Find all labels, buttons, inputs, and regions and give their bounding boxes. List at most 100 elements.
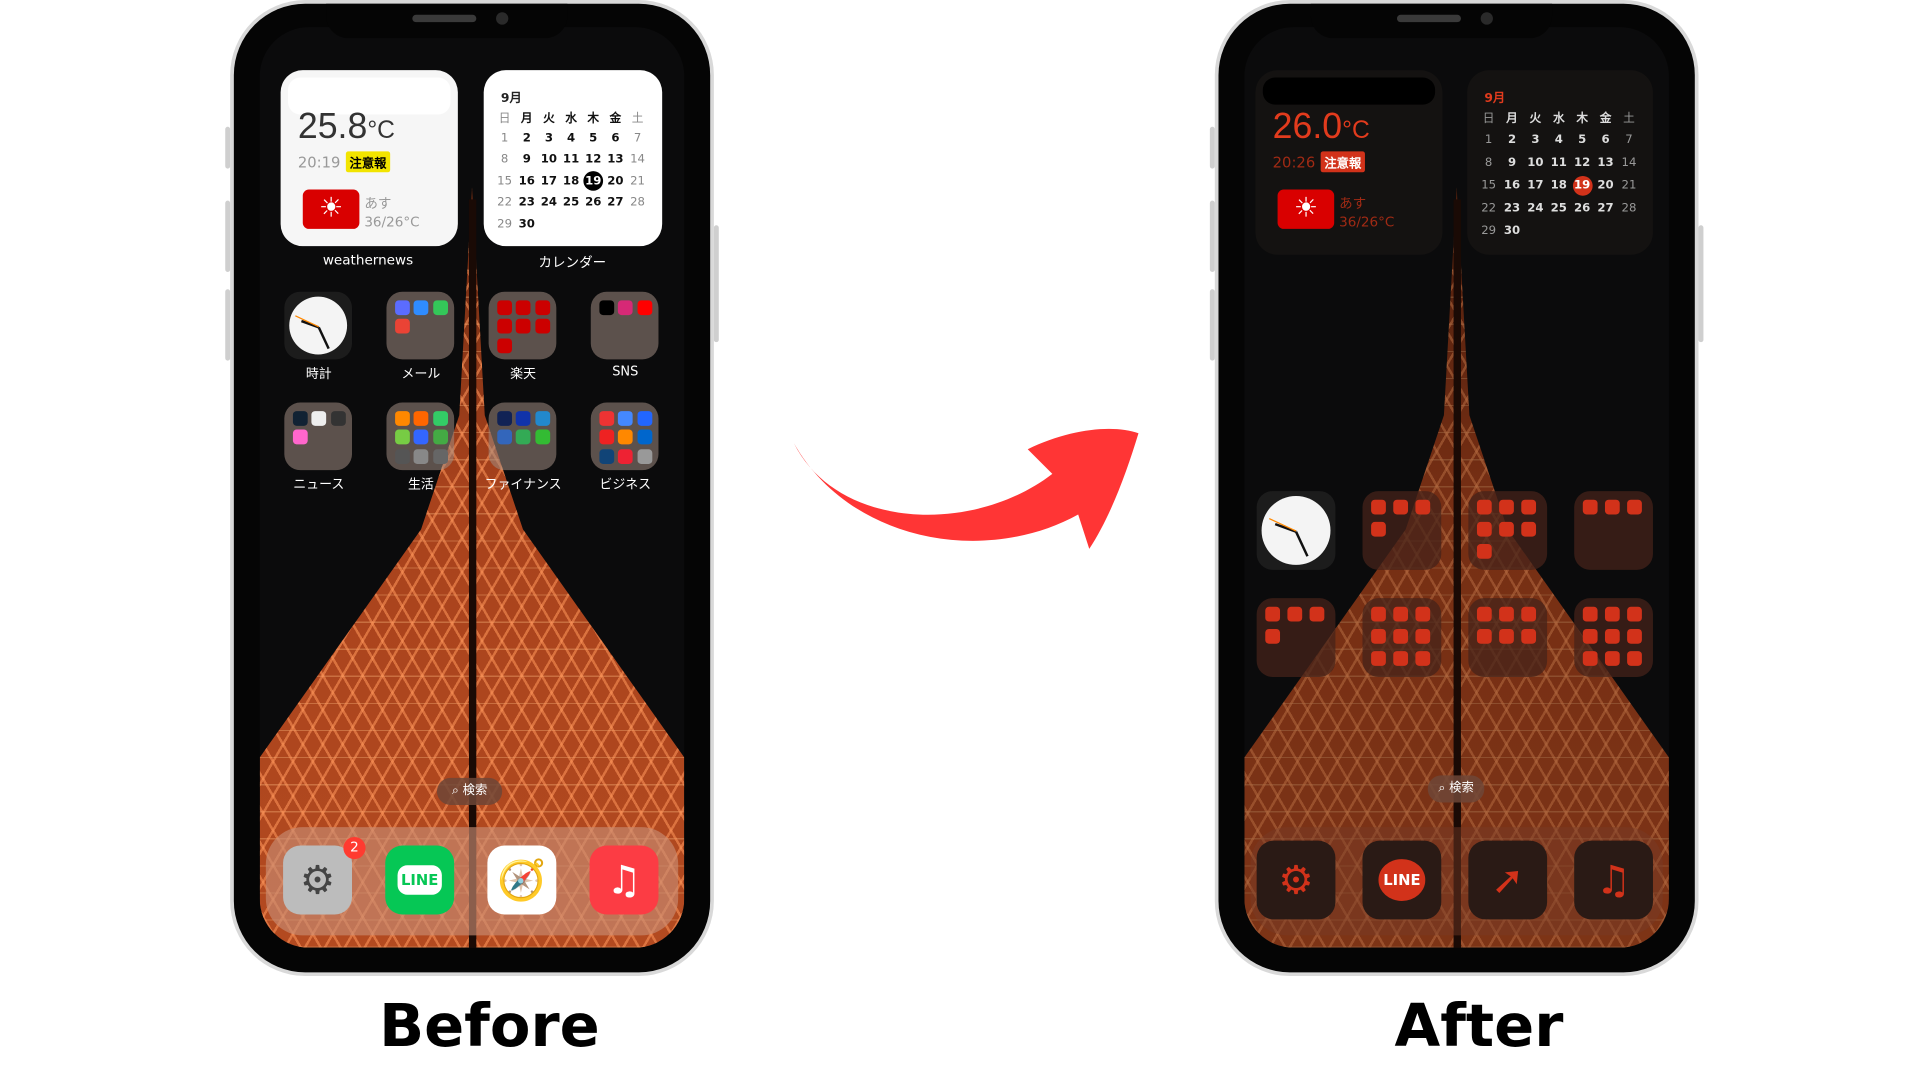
calendar-day[interactable]: 7 [626,127,648,149]
calendar-day[interactable]: 15 [1477,174,1500,197]
calendar-day[interactable]: 28 [626,192,648,214]
app-folder[interactable] [284,402,353,471]
app-folder[interactable] [1574,598,1653,677]
calendar-day[interactable]: 19 [583,171,604,192]
calendar-day[interactable]: 25 [1547,197,1570,220]
music-icon[interactable]: ♫ [1574,840,1653,920]
calendar-day[interactable]: 6 [604,127,626,149]
calendar-day[interactable]: 8 [1477,151,1500,174]
app-folder[interactable] [386,402,455,471]
line-icon[interactable]: LINE [1362,840,1442,920]
calendar-day[interactable]: 4 [1547,129,1570,152]
weekday-header: 月 [520,111,533,126]
weather-widget[interactable]: 26.0°C 20:26 注意報 ☀ あす 36/26°C [1255,70,1443,255]
calendar-day[interactable]: 2 [516,127,538,149]
calendar-day[interactable]: 27 [604,192,626,214]
calendar-day[interactable]: 18 [560,170,582,192]
calendar-day[interactable]: 4 [560,127,582,149]
safari-icon[interactable]: ➚ [1468,840,1548,920]
calendar-day[interactable]: 3 [1524,129,1547,152]
calendar-day[interactable]: 16 [516,170,538,192]
calendar-day[interactable]: 21 [1617,174,1640,197]
app-folder[interactable] [590,402,659,471]
calendar-widget[interactable]: 9月 日月火水木金土 1 2 3 4 5 6 7 8 9 10 11 12 13 14 15 16 17 18 19… [483,70,663,247]
calendar-day[interactable]: 29 [494,214,516,236]
app-folder[interactable] [1362,598,1442,677]
app-folder[interactable] [1574,491,1653,570]
calendar-day[interactable]: 25 [560,192,582,214]
clock-app-icon[interactable] [1256,491,1336,570]
calendar-day[interactable]: 14 [626,149,648,171]
calendar-day[interactable]: 1 [494,127,516,149]
calendar-day[interactable]: 8 [494,149,516,171]
calendar-day[interactable]: 18 [1547,174,1570,197]
settings-icon[interactable]: ⚙ [283,845,353,915]
app-label: ニュース [293,477,345,493]
calendar-day[interactable]: 3 [538,127,560,149]
app-folder[interactable] [488,402,557,471]
calendar-day[interactable]: 20 [1594,174,1617,197]
music-icon[interactable]: ♫ [589,845,659,915]
tomorrow-temp: 36/26°C [364,214,420,231]
calendar-day[interactable]: 29 [1477,220,1500,243]
app-mini-icon [395,319,410,334]
calendar-day[interactable]: 2 [1500,129,1523,152]
calendar-day[interactable]: 16 [1500,174,1523,197]
calendar-day[interactable]: 12 [1571,151,1594,174]
app-folder[interactable] [590,291,659,360]
calendar-day[interactable]: 30 [516,214,538,236]
safari-icon[interactable]: 🧭 [487,845,557,915]
clock-app-icon[interactable] [284,291,353,360]
calendar-day[interactable]: 10 [538,149,560,171]
calendar-day[interactable]: 22 [1477,197,1500,220]
calendar-day[interactable]: 14 [1617,151,1640,174]
app-folder[interactable] [488,291,557,360]
calendar-day[interactable]: 24 [538,192,560,214]
settings-icon[interactable]: ⚙ [1256,840,1336,920]
calendar-day[interactable]: 11 [1547,151,1570,174]
app-folder[interactable] [1468,491,1548,570]
calendar-widget[interactable]: 9月 日月火水木金土 1 2 3 4 5 6 7 8 9 10 11 12 13 14 15 16 17 18 19… [1467,70,1653,255]
calendar-day[interactable]: 9 [1500,151,1523,174]
calendar-day[interactable]: 28 [1617,197,1640,220]
search-button[interactable]: ⌕ 検索 [1427,775,1485,803]
calendar-day[interactable]: 15 [494,170,516,192]
calendar-day[interactable]: 30 [1500,220,1523,243]
calendar-day[interactable]: 13 [604,149,626,171]
app-mini-icon [599,429,615,445]
calendar-day[interactable]: 5 [1571,129,1594,152]
calendar-day[interactable]: 27 [1594,197,1617,220]
calendar-day[interactable]: 12 [582,149,604,171]
calendar-day[interactable]: 7 [1617,129,1640,152]
calendar-day[interactable]: 17 [1524,174,1547,197]
calendar-day[interactable]: 23 [1500,197,1523,220]
calendar-day[interactable]: 11 [560,149,582,171]
calendar-day[interactable]: 26 [582,192,604,214]
calendar-day[interactable]: 17 [538,170,560,192]
app-mini-icon [292,411,308,426]
app-mini-icon [636,448,652,464]
weather-widget[interactable]: 25.8°C 20:19 注意報 ☀ あす 36/26°C [280,70,458,247]
calendar-day[interactable]: 10 [1524,151,1547,174]
calendar-day[interactable]: 6 [1594,129,1617,152]
calendar-day[interactable]: 21 [626,170,648,192]
app-folder[interactable] [1468,598,1548,677]
app-folder[interactable] [386,291,455,360]
line-icon[interactable]: LINE [385,845,455,915]
calendar-day[interactable]: 9 [516,149,538,171]
calendar-day[interactable]: 23 [516,192,538,214]
calendar-day[interactable]: 24 [1524,197,1547,220]
calendar-day[interactable]: 13 [1594,151,1617,174]
weekday-header: 月 [1506,112,1518,126]
calendar-day[interactable]: 26 [1571,197,1594,220]
calendar-day[interactable]: 22 [494,192,516,214]
calendar-day[interactable]: 5 [582,127,604,149]
app-folder[interactable] [1256,598,1336,677]
calendar-day[interactable]: 1 [1477,129,1500,152]
search-button[interactable]: ⌕ 検索 [436,777,503,805]
calendar-day[interactable]: 20 [604,170,626,192]
app-mini-icon [1265,606,1281,622]
app-folder[interactable] [1362,491,1442,570]
weekday-header: 土 [1623,112,1635,126]
calendar-day[interactable]: 19 [1572,175,1593,196]
